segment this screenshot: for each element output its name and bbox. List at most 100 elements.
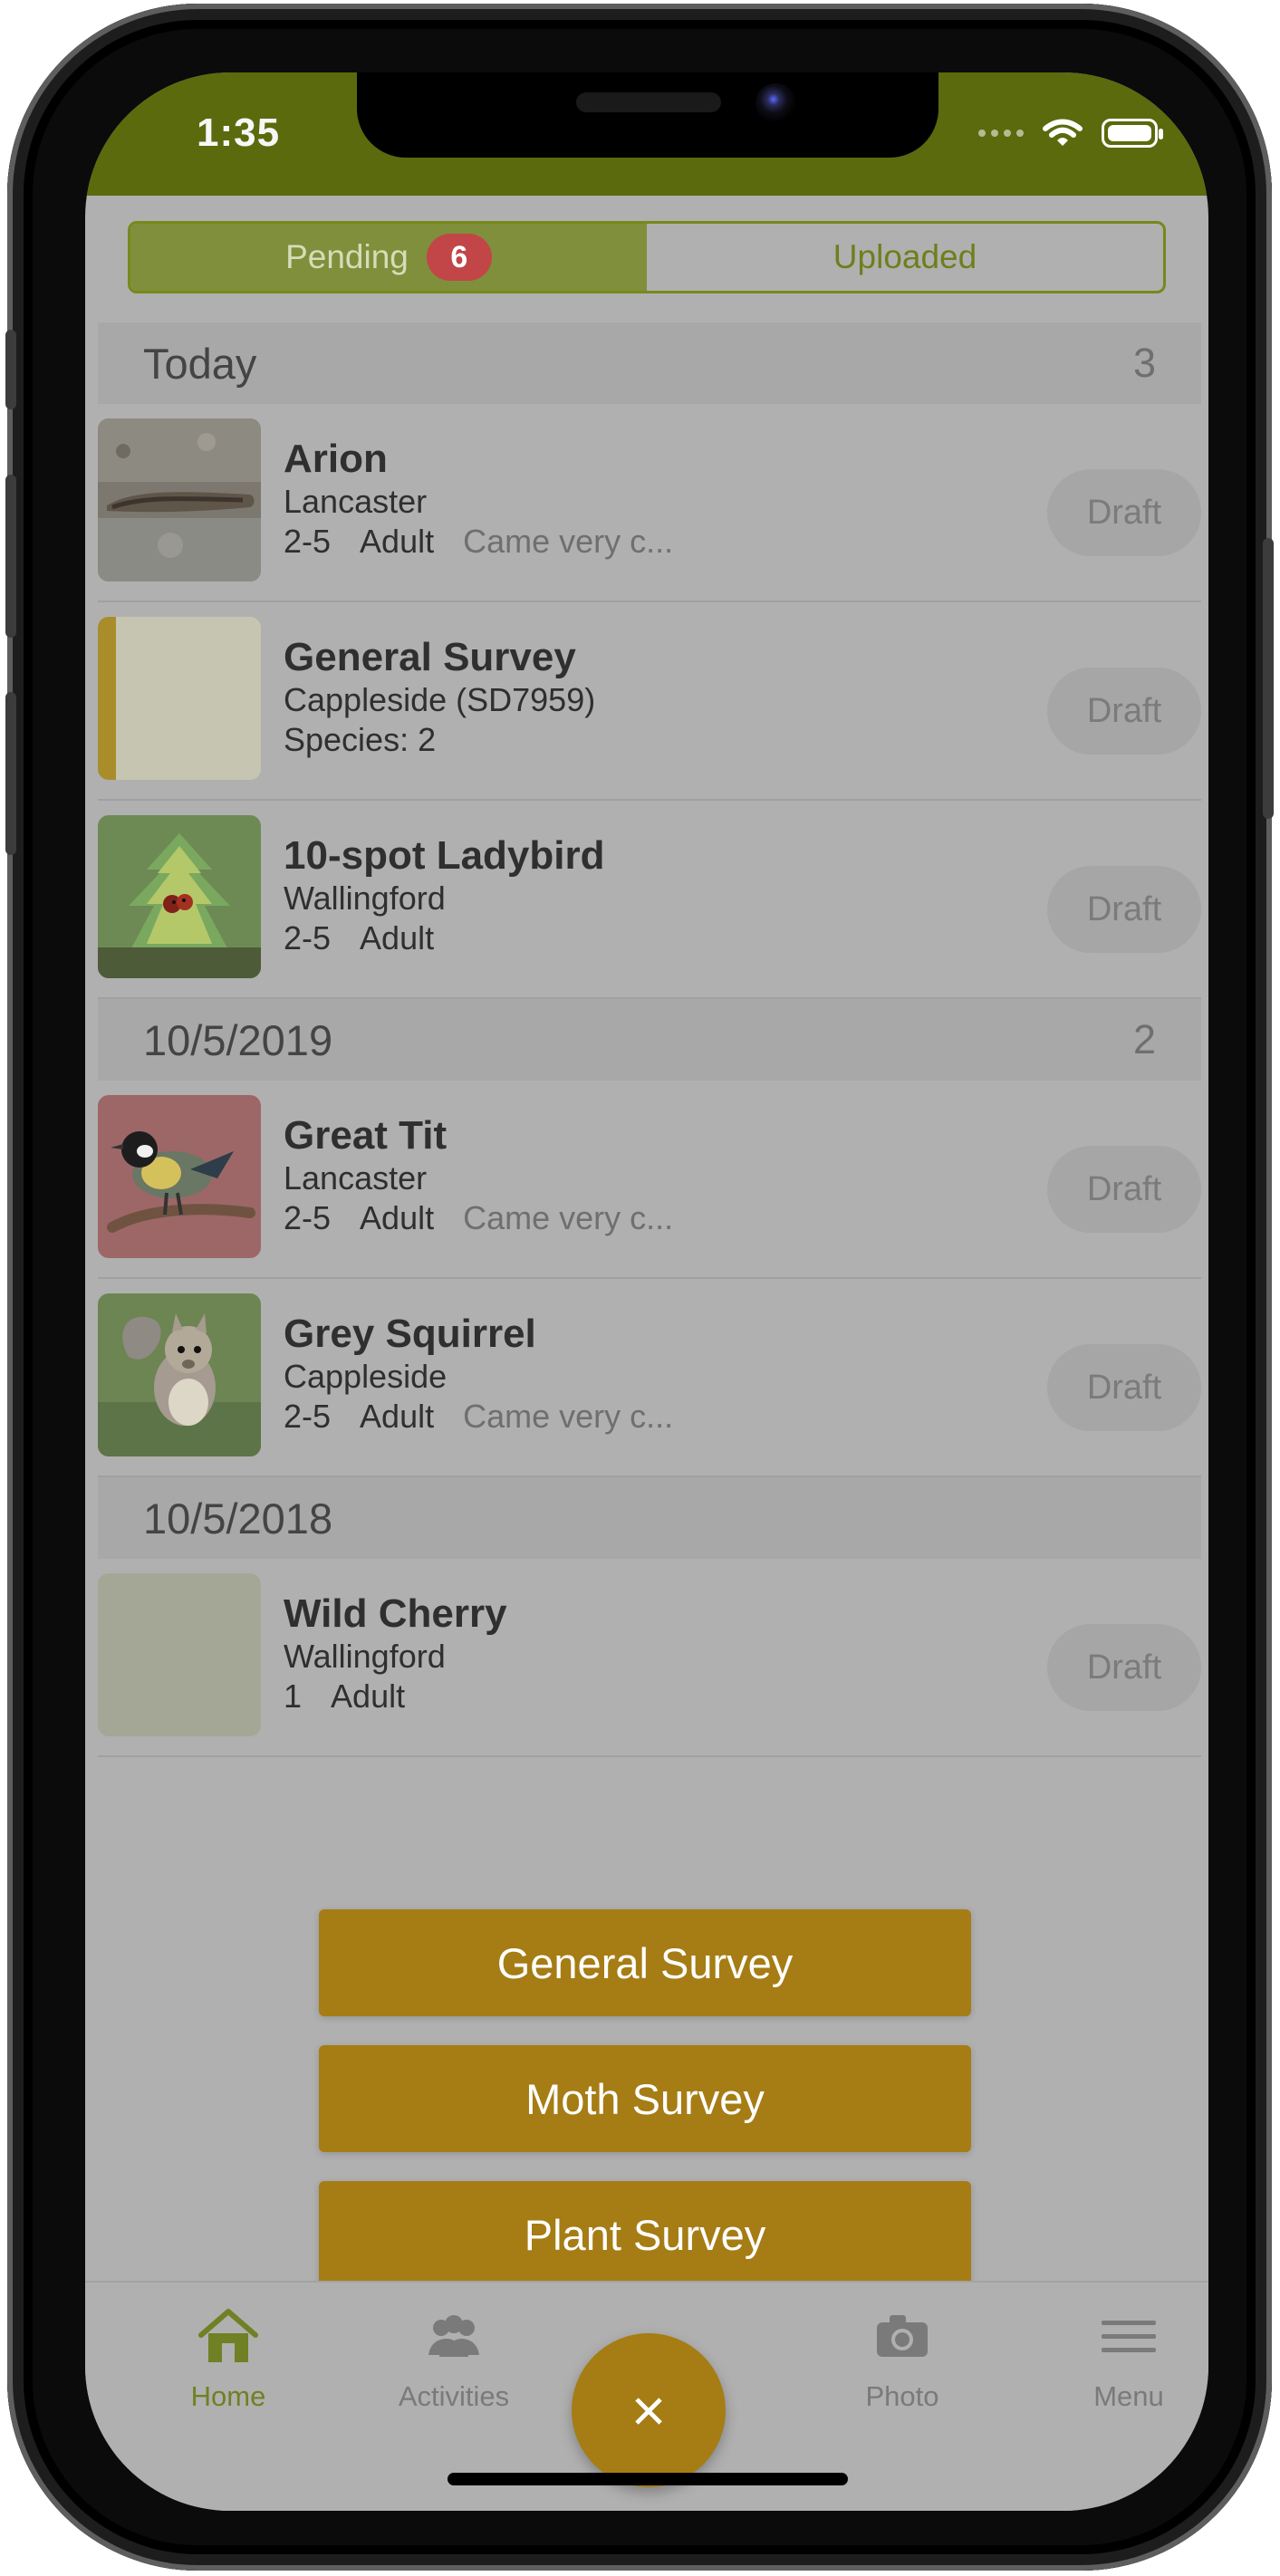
- slug-photo-icon: [98, 418, 261, 582]
- pending-count-badge: 6: [426, 234, 492, 281]
- section-header-2018: 10/5/2018: [98, 1477, 1201, 1559]
- draft-status-button[interactable]: Draft: [1047, 1624, 1201, 1711]
- record-number: 2-5: [284, 523, 332, 560]
- moth-survey-button[interactable]: Moth Survey: [319, 2045, 971, 2152]
- record-meta: 2-5 Adult: [284, 918, 1011, 958]
- people-icon: [428, 2315, 479, 2357]
- tab-activities[interactable]: Activities: [372, 2302, 535, 2429]
- record-details: Great Tit Lancaster 2-5 Adult Came very …: [284, 1113, 1011, 1238]
- uploaded-tab[interactable]: Uploaded: [647, 224, 1163, 291]
- record-number: 2-5: [284, 919, 332, 956]
- record-row[interactable]: Grey Squirrel Cappleside 2-5 Adult Came …: [98, 1279, 1201, 1477]
- record-details: Wild Cherry Wallingford 1 Adult: [284, 1591, 1011, 1716]
- record-note: Came very c...: [463, 1199, 674, 1236]
- tab-menu-label: Menu: [1093, 2380, 1164, 2412]
- tab-photo[interactable]: Photo: [821, 2302, 984, 2429]
- record-row[interactable]: 10-spot Ladybird Wallingford 2-5 Adult D…: [98, 801, 1201, 999]
- tab-menu[interactable]: Menu: [1047, 2302, 1208, 2429]
- pending-tab[interactable]: Pending 6: [130, 224, 647, 291]
- close-menu-button[interactable]: ×: [572, 2333, 726, 2487]
- draft-status-button[interactable]: Draft: [1047, 866, 1201, 953]
- record-location: Wallingford: [284, 1638, 446, 1675]
- record-location: Lancaster: [284, 483, 428, 520]
- record-meta: 1 Adult: [284, 1677, 1011, 1716]
- record-title: 10-spot Ladybird: [284, 833, 605, 878]
- phone-frame: 1:35 Pending 6 Uploaded Today 3 Arion La…: [5, 4, 1274, 2571]
- record-details: General Survey Cappleside (SD7959) Speci…: [284, 635, 1011, 760]
- section-count: 3: [1132, 340, 1156, 386]
- tab-activities-label: Activities: [398, 2380, 510, 2412]
- record-stage: Adult: [360, 919, 435, 956]
- record-details: 10-spot Ladybird Wallingford 2-5 Adult: [284, 833, 1011, 958]
- home-indicator: [448, 2473, 848, 2485]
- records-tabs: Pending 6 Uploaded: [128, 221, 1166, 293]
- bird-photo-icon: [98, 1095, 261, 1258]
- squirrel-photo-icon: [98, 1293, 261, 1456]
- camera-lens-icon: [755, 83, 795, 123]
- record-row[interactable]: Great Tit Lancaster 2-5 Adult Came very …: [98, 1081, 1201, 1279]
- tab-home[interactable]: Home: [147, 2302, 310, 2429]
- record-location: Cappleside (SD7959): [284, 681, 596, 718]
- records-list: Today 3 Arion Lancaster 2-5 Adult Came v…: [98, 322, 1201, 1757]
- squirrel-photo-thumbnail: [98, 1293, 261, 1456]
- wifi-icon: [1043, 119, 1083, 146]
- volume-down-button: [5, 692, 16, 855]
- section-date: Today: [143, 339, 257, 388]
- silent-switch: [5, 330, 16, 409]
- app-screen: 1:35 Pending 6 Uploaded Today 3 Arion La…: [85, 72, 1208, 2511]
- section-header-today: Today 3: [98, 322, 1201, 404]
- bird-photo-thumbnail: [98, 1095, 261, 1258]
- ladybird-photo-icon: [98, 815, 261, 978]
- record-meta: 2-5 Adult Came very c...: [284, 522, 1011, 562]
- ladybird-photo-thumbnail: [98, 815, 261, 978]
- tab-photo-label: Photo: [865, 2380, 939, 2412]
- record-title: Great Tit: [284, 1113, 448, 1158]
- signal-icon: [978, 130, 1024, 137]
- speaker-icon: [576, 92, 721, 112]
- home-icon: [198, 2309, 258, 2362]
- record-location: Cappleside: [284, 1358, 448, 1395]
- record-details: Grey Squirrel Cappleside 2-5 Adult Came …: [284, 1312, 1011, 1437]
- survey-action-menu: General Survey Moth Survey Plant Survey: [319, 1909, 971, 2317]
- record-number: 2-5: [284, 1398, 332, 1435]
- draft-status-button[interactable]: Draft: [1047, 668, 1201, 755]
- power-button: [1263, 538, 1274, 819]
- plant-survey-button[interactable]: Plant Survey: [319, 2181, 971, 2288]
- survey-card-thumbnail: [98, 617, 261, 780]
- section-date: 10/5/2018: [143, 1494, 333, 1543]
- record-meta: 2-5 Adult Came very c...: [284, 1397, 1011, 1437]
- record-row[interactable]: General Survey Cappleside (SD7959) Speci…: [98, 602, 1201, 801]
- volume-up-button: [5, 475, 16, 638]
- record-stage: Adult: [360, 523, 435, 560]
- record-meta: 2-5 Adult Came very c...: [284, 1198, 1011, 1238]
- draft-status-button[interactable]: Draft: [1047, 469, 1201, 556]
- record-stage: Adult: [331, 1677, 406, 1715]
- record-title: Arion: [284, 437, 388, 481]
- record-row[interactable]: Wild Cherry Wallingford 1 Adult Draft: [98, 1559, 1201, 1757]
- record-title: Grey Squirrel: [284, 1312, 536, 1356]
- record-location: Wallingford: [284, 879, 446, 917]
- record-details: Arion Lancaster 2-5 Adult Came very c...: [284, 437, 1011, 562]
- general-survey-button[interactable]: General Survey: [319, 1909, 971, 2016]
- draft-status-button[interactable]: Draft: [1047, 1344, 1201, 1431]
- record-location: Lancaster: [284, 1159, 428, 1197]
- record-species-count: Species: 2: [284, 721, 437, 758]
- section-header-2019: 10/5/2019 2: [98, 999, 1201, 1081]
- battery-icon: [1102, 119, 1163, 148]
- tab-home-label: Home: [190, 2380, 266, 2412]
- uploaded-tab-label: Uploaded: [832, 238, 977, 275]
- record-number: 1: [284, 1677, 303, 1715]
- draft-status-button[interactable]: Draft: [1047, 1146, 1201, 1233]
- record-stage: Adult: [360, 1199, 435, 1236]
- blank-thumbnail: [98, 1573, 261, 1736]
- status-time: 1:35: [197, 111, 281, 155]
- record-row[interactable]: Arion Lancaster 2-5 Adult Came very c...…: [98, 404, 1201, 602]
- section-count: 2: [1132, 1016, 1156, 1062]
- record-title: Wild Cherry: [284, 1591, 507, 1636]
- close-icon: ×: [630, 2377, 667, 2444]
- slug-photo-thumbnail: [98, 418, 261, 582]
- record-note: Came very c...: [463, 1398, 674, 1435]
- pending-tab-label: Pending: [285, 238, 409, 275]
- menu-icon: [1102, 2321, 1156, 2352]
- record-stage: Adult: [360, 1398, 435, 1435]
